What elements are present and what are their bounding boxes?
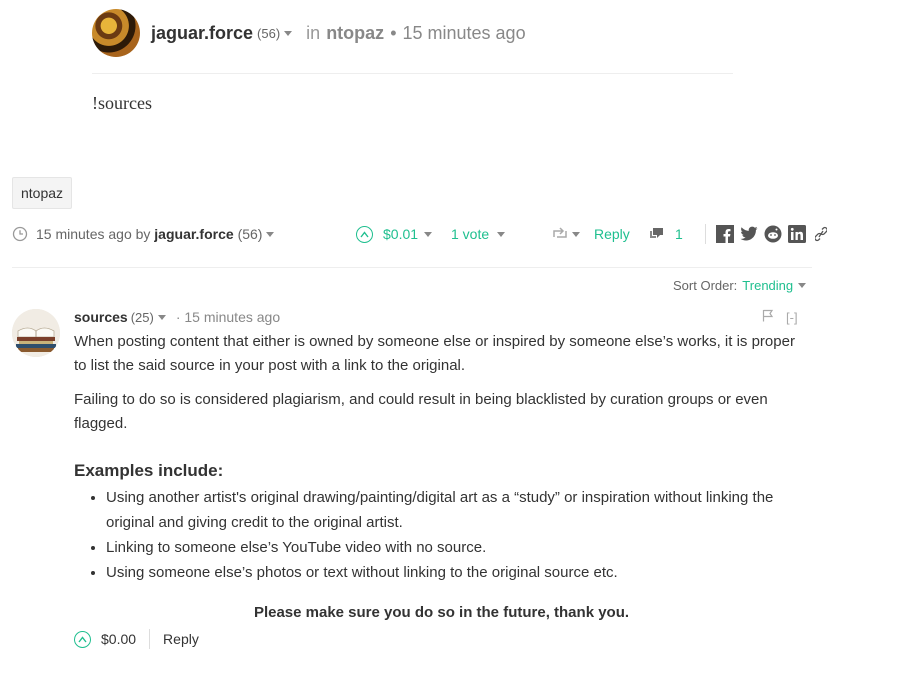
footer-byline: 15 minutes ago by jaguar.force (56): [36, 222, 275, 246]
footer-reputation: (56): [237, 226, 263, 242]
post-header: jaguar.force (56) in ntopaz • 15 minutes…: [92, 9, 526, 57]
votes-dropdown[interactable]: 1 vote: [451, 222, 506, 246]
separator-dot: •: [390, 22, 397, 43]
post-author-link[interactable]: jaguar.force: [151, 23, 253, 44]
comment-closing: Please make sure you do so in the future…: [253, 604, 630, 621]
footer-author-link[interactable]: jaguar.force: [154, 226, 233, 242]
comment-tools: [-]: [762, 308, 798, 326]
comment-author-avatar[interactable]: [12, 309, 60, 357]
flag-icon[interactable]: [762, 309, 774, 325]
facebook-icon[interactable]: [716, 225, 734, 243]
tag-ntopaz[interactable]: ntopaz: [12, 177, 73, 209]
link-icon[interactable]: [812, 225, 830, 243]
author-avatar[interactable]: [92, 9, 140, 57]
sort-dropdown[interactable]: Trending: [742, 278, 793, 293]
upvote-icon[interactable]: [356, 225, 373, 243]
comment-payout[interactable]: $0.00: [101, 631, 136, 647]
examples-list: Using another artist's original drawing/…: [74, 485, 809, 585]
comment-reply-button[interactable]: Reply: [163, 631, 199, 647]
reblog-group[interactable]: [552, 222, 580, 246]
comment-author-reputation: (25): [130, 309, 154, 325]
votes-caret-icon[interactable]: [497, 231, 506, 237]
post-footer: 15 minutes ago by jaguar.force (56) $0.0…: [12, 222, 827, 246]
upvote-group: $0.01: [356, 222, 433, 246]
clock-icon: [12, 222, 28, 246]
comment-upvote-icon[interactable]: [74, 630, 91, 648]
comment-header: sources (25) · 15 minutes ago: [74, 308, 280, 326]
list-item: Using another artist's original drawing/…: [106, 485, 809, 535]
votes-count[interactable]: 1 vote: [451, 226, 489, 242]
comment-timestamp[interactable]: · 15 minutes ago: [176, 309, 280, 325]
sort-order: Sort Order: Trending: [673, 278, 807, 293]
comment-footer: $0.00 Reply: [74, 628, 199, 650]
post-body: !sources: [92, 93, 152, 113]
author-menu-caret-icon[interactable]: [284, 30, 293, 36]
comment-author-caret-icon[interactable]: [157, 314, 166, 320]
twitter-icon[interactable]: [740, 225, 758, 243]
list-item: Linking to someone else’s YouTube video …: [106, 535, 809, 560]
post-timestamp[interactable]: 15 minutes ago: [403, 23, 526, 44]
comments-icon: [649, 226, 665, 243]
reply-button[interactable]: Reply: [594, 222, 630, 246]
footer-time[interactable]: 15 minutes ago by: [36, 226, 150, 242]
payout-value[interactable]: $0.01: [383, 226, 418, 242]
header-divider: [92, 73, 733, 74]
collapse-toggle[interactable]: [-]: [786, 310, 798, 325]
share-icons: [705, 222, 830, 246]
comment-paragraph-1: When posting content that either is owne…: [74, 333, 795, 374]
payout-caret-icon[interactable]: [424, 231, 433, 237]
list-item: Using someone else’s photos or text with…: [106, 560, 809, 585]
in-label: in: [306, 22, 321, 43]
comment-paragraph-2: Failing to do so is considered plagiaris…: [74, 391, 768, 432]
author-reputation: (56): [257, 25, 281, 41]
footer-divider: [12, 267, 812, 268]
comment-body: When posting content that either is owne…: [74, 330, 809, 625]
sort-label: Sort Order:: [673, 278, 738, 293]
reddit-icon[interactable]: [764, 225, 782, 243]
footer-author-caret-icon[interactable]: [266, 231, 275, 237]
comments-count[interactable]: 1: [675, 226, 683, 242]
share-divider: [705, 224, 706, 244]
comments-count-link[interactable]: 1: [649, 222, 683, 246]
sort-caret-icon[interactable]: [798, 283, 807, 288]
community-link[interactable]: ntopaz: [326, 23, 384, 44]
comment-author-link[interactable]: sources: [74, 309, 128, 325]
examples-heading: Examples include:: [74, 461, 224, 480]
reblog-icon[interactable]: [552, 226, 568, 243]
reblog-caret-icon[interactable]: [572, 231, 580, 237]
linkedin-icon[interactable]: [788, 225, 806, 243]
comment-footer-divider: [149, 629, 151, 649]
